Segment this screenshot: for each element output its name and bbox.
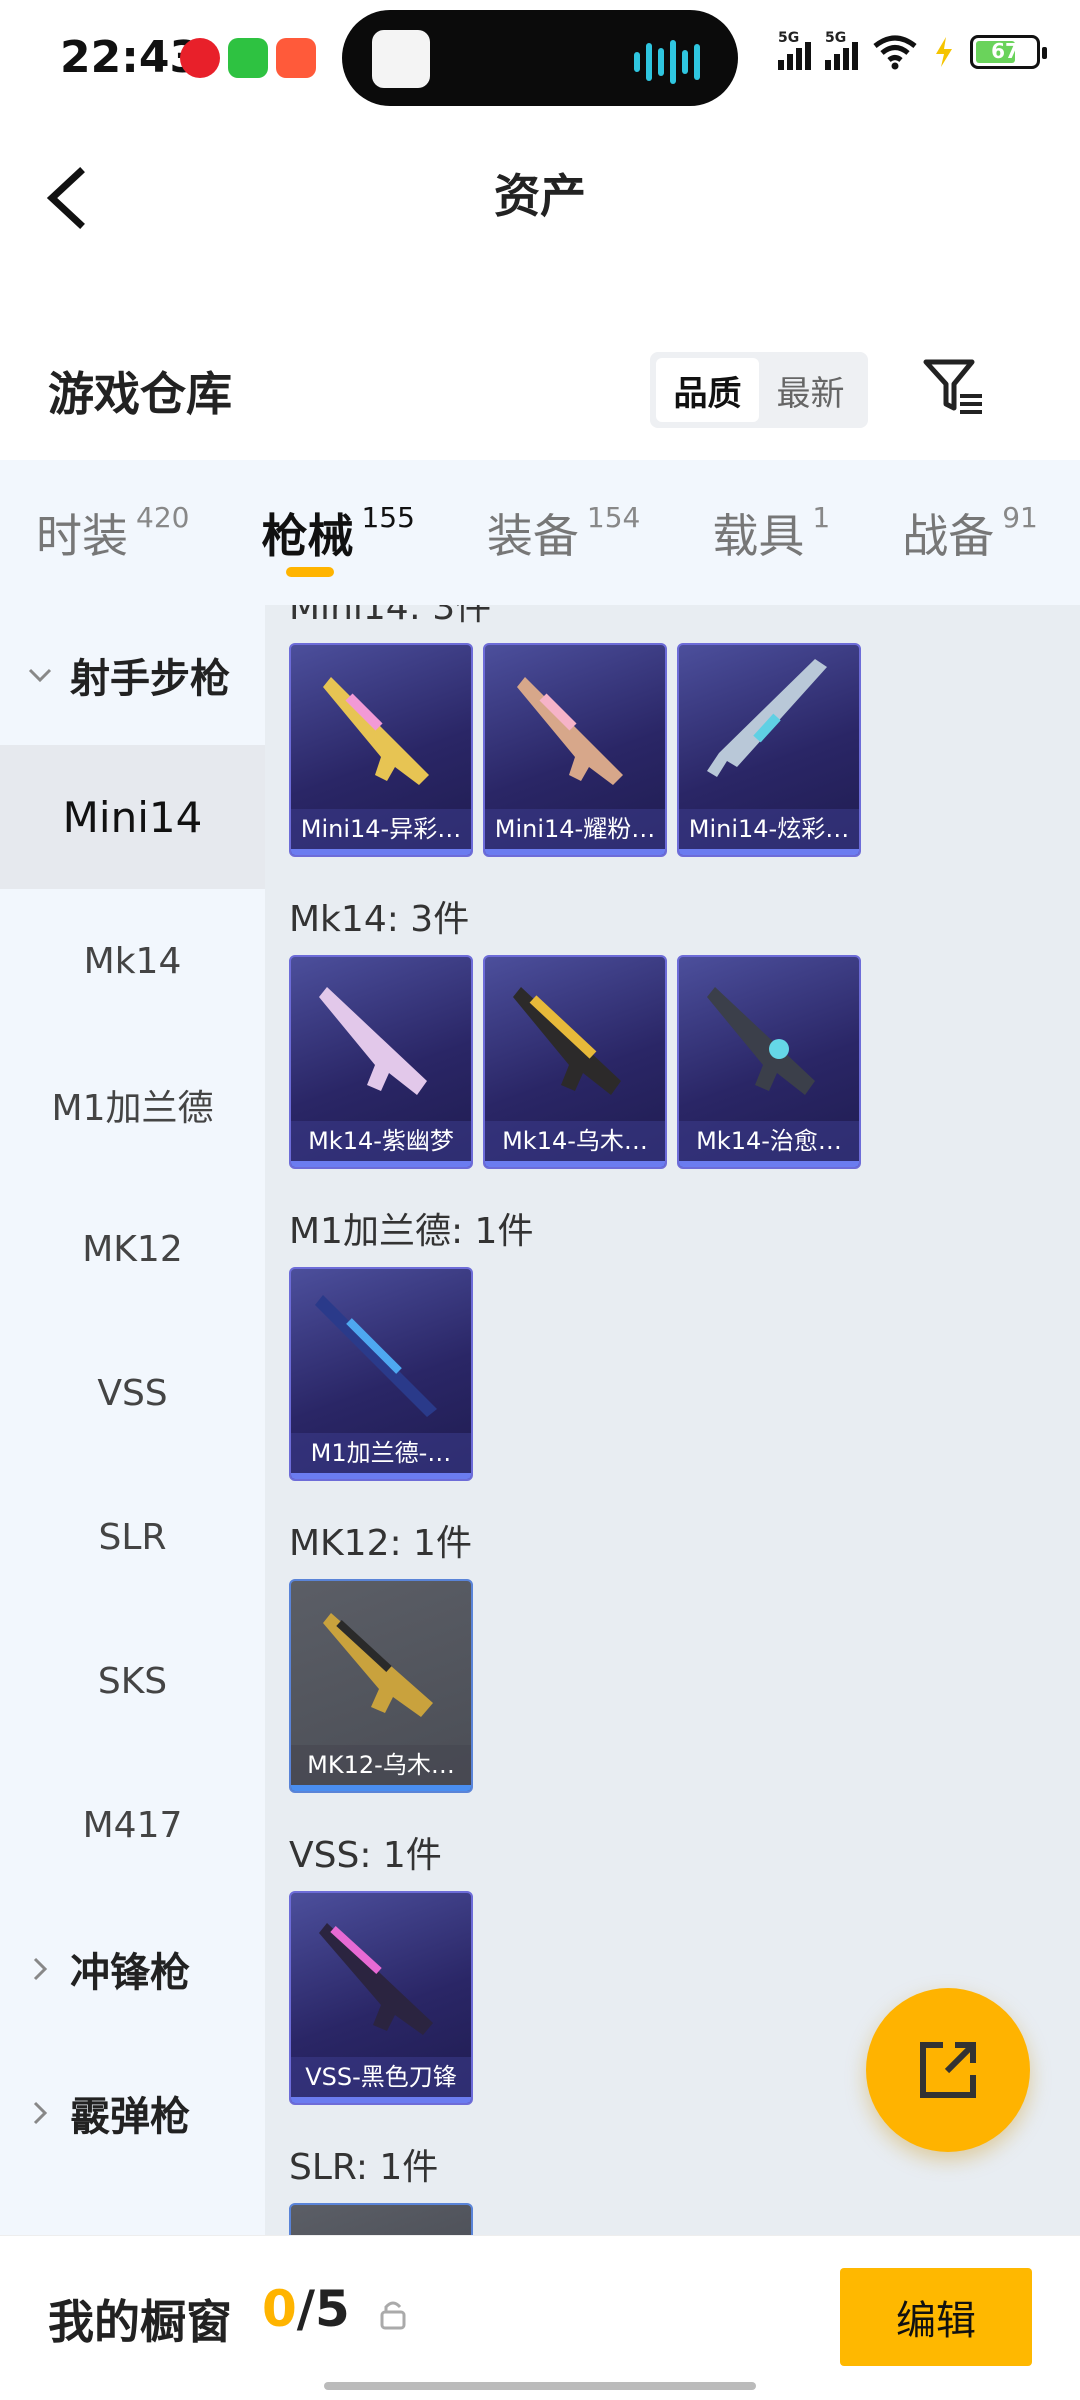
weapon-card[interactable]: Mk14-乌木… [483, 955, 667, 1169]
weapon-card[interactable]: Mini14-炫彩… [677, 643, 861, 857]
weapon-card[interactable]: M1加兰德-… [289, 1267, 473, 1481]
app-thumbnail-icon [372, 30, 430, 88]
tab-vehicles[interactable]: 载具 1 [676, 460, 866, 605]
weapon-card[interactable]: Mini14-耀粉… [483, 643, 667, 857]
status-bar: 22:43 5G 5G 67 [0, 0, 1080, 120]
category-label: M1加兰德: 1件 [289, 1211, 534, 1252]
chevron-right-icon [33, 2101, 48, 2125]
sidebar-group-smg[interactable]: 冲锋枪 [0, 1897, 265, 2041]
rifle-skin-icon [315, 1295, 437, 1417]
section-header: 游戏仓库 品质 最新 [0, 330, 1080, 450]
section-title: 游戏仓库 [48, 367, 232, 421]
charging-icon [936, 37, 952, 67]
showcase-bar: 我的橱窗 0/5 编辑 [0, 2235, 1080, 2400]
xiaohongshu-icon [276, 38, 316, 78]
category-mini14: Mini14: 3件 Mini14-异彩… Mini14-耀粉… Mini14-… [265, 605, 1080, 857]
edit-button[interactable]: 编辑 [840, 2268, 1032, 2366]
rifle-skin-icon [517, 677, 623, 785]
status-icons: 5G 5G 67 [778, 30, 1047, 70]
sort-toggle: 品质 最新 [650, 352, 868, 428]
app-header: 资产 [0, 130, 1080, 260]
sidebar-item-vss[interactable]: VSS [0, 1321, 265, 1465]
rifle-skin-icon [319, 1923, 433, 2035]
sidebar-item-m1-garand[interactable]: M1加兰德 [0, 1033, 265, 1177]
rifle-skin-icon [513, 987, 621, 1095]
dynamic-island [342, 10, 738, 106]
weapon-card[interactable]: VSS-黑色刀锋 [289, 1891, 473, 2105]
chevron-right-icon [33, 1957, 48, 1981]
share-button[interactable] [866, 1988, 1030, 2152]
weapon-type-sidebar: 射手步枪 Mini14 Mk14 M1加兰德 MK12 VSS SLR SKS … [0, 605, 265, 2235]
category-mk12: MK12: 1件 MK12-乌木… [265, 1509, 1080, 1793]
sidebar-item-sks[interactable]: SKS [0, 1609, 265, 1753]
weapon-card[interactable] [289, 2203, 473, 2235]
category-label: Mini14: 3件 [289, 605, 492, 628]
signal-icon: 5G [778, 30, 811, 70]
signal-icon: 5G [825, 30, 858, 70]
battery-icon: 67 [970, 35, 1047, 69]
sidebar-item-m417[interactable]: M417 [0, 1753, 265, 1897]
audio-wave-icon [634, 40, 700, 84]
sidebar-item-mk12[interactable]: MK12 [0, 1177, 265, 1321]
weapon-card[interactable]: MK12-乌木… [289, 1579, 473, 1793]
sidebar-item-slr[interactable]: SLR [0, 1465, 265, 1609]
category-label: Mk14: 3件 [289, 899, 470, 940]
chevron-down-icon [28, 668, 52, 683]
rifle-skin-icon [707, 659, 827, 777]
sort-newest-button[interactable]: 最新 [759, 358, 862, 422]
showcase-title: 我的橱窗 [48, 2295, 232, 2349]
weapon-card[interactable]: Mk14-治愈… [677, 955, 861, 1169]
category-tabs: 时装 420 枪械 155 装备 154 载具 1 战备 91 [0, 460, 1080, 605]
lock-icon [380, 2301, 406, 2330]
tab-supplies[interactable]: 战备 91 [866, 460, 1048, 605]
filter-icon[interactable] [920, 352, 990, 422]
category-m1-garand: M1加兰德: 1件 M1加兰德-… [265, 1197, 1080, 1481]
tab-weapons[interactable]: 枪械 155 [225, 460, 450, 605]
home-indicator[interactable] [324, 2382, 756, 2390]
sort-quality-button[interactable]: 品质 [656, 358, 759, 422]
showcase-count: 0/5 [262, 2280, 350, 2338]
category-label: VSS: 1件 [289, 1835, 442, 1876]
rifle-skin-icon [319, 987, 427, 1095]
share-out-icon [920, 2042, 976, 2098]
page-title: 资产 [494, 169, 586, 223]
sidebar-item-mini14[interactable]: Mini14 [0, 745, 265, 889]
active-tab-indicator [286, 567, 335, 577]
wechat-icon [228, 38, 268, 78]
netease-music-icon [180, 38, 220, 78]
rifle-skin-icon [707, 987, 815, 1095]
tab-equipment[interactable]: 装备 154 [451, 460, 676, 605]
rifle-skin-icon [323, 677, 429, 785]
weapon-card[interactable]: Mini14-异彩… [289, 643, 473, 857]
sidebar-group-shotgun[interactable]: 霰弹枪 [0, 2041, 265, 2185]
sidebar-item-mk14[interactable]: Mk14 [0, 889, 265, 1033]
category-mk14: Mk14: 3件 Mk14-紫幽梦 Mk14-乌木… Mk14-治愈… [265, 885, 1080, 1169]
category-label: MK12: 1件 [289, 1523, 472, 1564]
weapon-card[interactable]: Mk14-紫幽梦 [289, 955, 473, 1169]
wifi-icon [873, 35, 917, 70]
tab-fashion[interactable]: 时装 420 [0, 460, 225, 605]
sidebar-group-marksman[interactable]: 射手步枪 [0, 605, 265, 745]
rifle-skin-icon [323, 1613, 433, 1717]
